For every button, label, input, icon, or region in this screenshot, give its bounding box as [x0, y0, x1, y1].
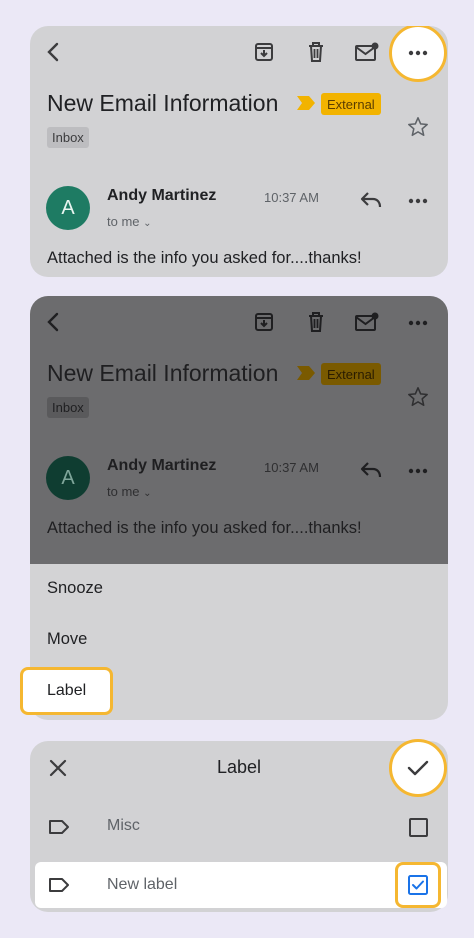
label-name-misc: Misc	[107, 817, 140, 834]
email-time: 10:37 AM	[264, 460, 319, 475]
sender-name: Andy Martinez	[107, 457, 217, 474]
external-badge: External	[321, 363, 381, 385]
mark-unread-icon[interactable]	[354, 40, 380, 64]
label-tag-icon	[47, 874, 71, 896]
inbox-chip[interactable]: Inbox	[47, 127, 89, 148]
more-horiz-icon	[408, 50, 428, 56]
dimmed-overlay: New Email Information External Inbox A A…	[30, 296, 448, 564]
menu-item-move[interactable]: Move	[47, 630, 87, 649]
menu-item-label-text: Label	[47, 682, 87, 699]
message-more-icon[interactable]	[406, 189, 430, 213]
label-checkbox-new-label[interactable]	[395, 862, 441, 908]
mark-unread-icon[interactable]	[354, 310, 380, 334]
email-view-panel: New Email Information External Inbox A A…	[30, 26, 448, 277]
email-subject: New Email Information	[47, 360, 279, 386]
back-arrow-icon[interactable]	[42, 40, 66, 64]
inbox-chip[interactable]: Inbox	[47, 397, 89, 418]
message-more-icon[interactable]	[406, 459, 430, 483]
chevron-down-icon: ⌄	[143, 488, 152, 499]
recipients-label: to me	[107, 484, 140, 499]
sender-name: Andy Martinez	[107, 187, 217, 204]
menu-item-label[interactable]: Label	[20, 667, 113, 715]
star-icon[interactable]	[406, 385, 430, 409]
more-options-button[interactable]	[389, 26, 447, 82]
archive-icon[interactable]	[252, 310, 276, 334]
avatar: A	[46, 456, 90, 500]
chevron-down-icon: ⌄	[143, 218, 152, 229]
trash-icon[interactable]	[304, 40, 328, 64]
email-body: Attached is the info you asked for....th…	[47, 249, 362, 267]
recipients[interactable]: to me ⌄	[107, 484, 152, 499]
avatar: A	[46, 186, 90, 230]
trash-icon[interactable]	[304, 310, 328, 334]
label-name-new-label: New label	[107, 876, 178, 893]
label-checkbox-misc[interactable]	[409, 818, 428, 837]
checkmark-icon	[407, 760, 429, 776]
importance-marker-icon[interactable]	[295, 95, 317, 111]
recipients-label: to me	[107, 214, 140, 229]
external-badge: External	[321, 93, 381, 115]
label-row-new-label[interactable]: New label	[35, 862, 447, 908]
checkbox-checked-icon	[408, 875, 428, 895]
importance-marker-icon[interactable]	[295, 365, 317, 381]
star-icon[interactable]	[406, 115, 430, 139]
email-subject: New Email Information	[47, 90, 279, 116]
label-tag-icon	[47, 816, 71, 838]
email-menu-panel: New Email Information External Inbox A A…	[30, 296, 448, 720]
reply-icon[interactable]	[358, 458, 384, 482]
back-arrow-icon[interactable]	[42, 310, 66, 334]
email-body: Attached is the info you asked for....th…	[47, 519, 362, 537]
recipients[interactable]: to me ⌄	[107, 214, 152, 229]
more-horiz-icon[interactable]	[406, 311, 430, 335]
confirm-button[interactable]	[389, 739, 447, 797]
menu-item-snooze[interactable]: Snooze	[47, 579, 103, 598]
archive-icon[interactable]	[252, 40, 276, 64]
email-time: 10:37 AM	[264, 190, 319, 205]
dialog-title: Label	[216, 757, 262, 777]
reply-icon[interactable]	[358, 188, 384, 212]
